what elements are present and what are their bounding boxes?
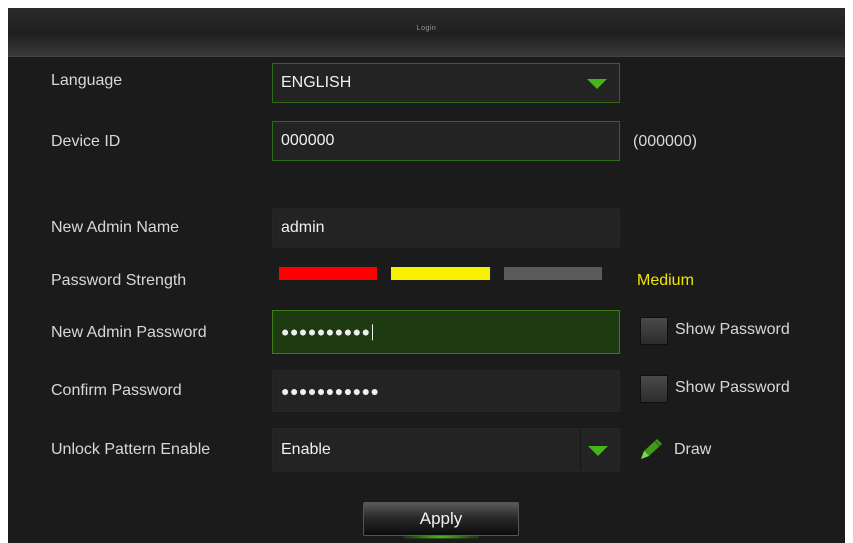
login-window: Login Language ENGLISH Device ID 000000 … xyxy=(8,8,845,543)
new-password-label: New Admin Password xyxy=(51,324,207,341)
pencil-icon xyxy=(641,439,662,459)
show-password-checkbox-1[interactable] xyxy=(640,317,668,345)
confirm-password-value: ●●●●●●●●●●● xyxy=(281,383,380,399)
unlock-pattern-value: Enable xyxy=(281,441,331,458)
strength-bar-2 xyxy=(391,267,490,280)
device-id-value: 000000 xyxy=(281,132,335,149)
language-label: Language xyxy=(51,72,123,89)
show-password-checkbox-2[interactable] xyxy=(640,375,668,403)
admin-name-value: admin xyxy=(281,219,325,236)
window-title: Login xyxy=(416,25,437,32)
confirm-password-field[interactable]: ●●●●●●●●●●● xyxy=(272,370,620,412)
password-strength-value: Medium xyxy=(637,272,694,289)
device-id-hint: (000000) xyxy=(633,133,698,150)
confirm-password-label: Confirm Password xyxy=(51,382,182,399)
draw-button[interactable]: Draw xyxy=(638,433,738,465)
strength-bar-3 xyxy=(504,267,602,280)
device-id-label: Device ID xyxy=(51,133,121,150)
device-id-field[interactable]: 000000 xyxy=(272,121,620,161)
dropdown-divider xyxy=(580,429,581,471)
chevron-down-icon xyxy=(587,79,607,89)
unlock-pattern-dropdown[interactable]: Enable xyxy=(272,428,620,472)
strength-bar-1 xyxy=(279,267,377,280)
apply-button-glow xyxy=(403,535,479,539)
language-value: ENGLISH xyxy=(281,74,352,91)
admin-name-field[interactable]: admin xyxy=(272,208,620,248)
language-dropdown[interactable]: ENGLISH xyxy=(272,63,620,103)
title-bar: Login xyxy=(8,8,845,57)
text-cursor xyxy=(371,324,373,341)
new-password-field[interactable]: ●●●●●●●●●● xyxy=(272,310,620,354)
admin-name-label: New Admin Name xyxy=(51,219,180,236)
draw-label: Draw xyxy=(674,441,712,458)
show-password-label-2: Show Password xyxy=(675,379,790,396)
show-password-label-1: Show Password xyxy=(675,321,790,338)
new-password-value: ●●●●●●●●●● xyxy=(281,323,371,340)
chevron-down-icon xyxy=(588,446,608,456)
apply-button[interactable]: Apply xyxy=(363,502,519,536)
unlock-pattern-label: Unlock Pattern Enable xyxy=(51,441,211,458)
password-strength-label: Password Strength xyxy=(51,272,187,289)
